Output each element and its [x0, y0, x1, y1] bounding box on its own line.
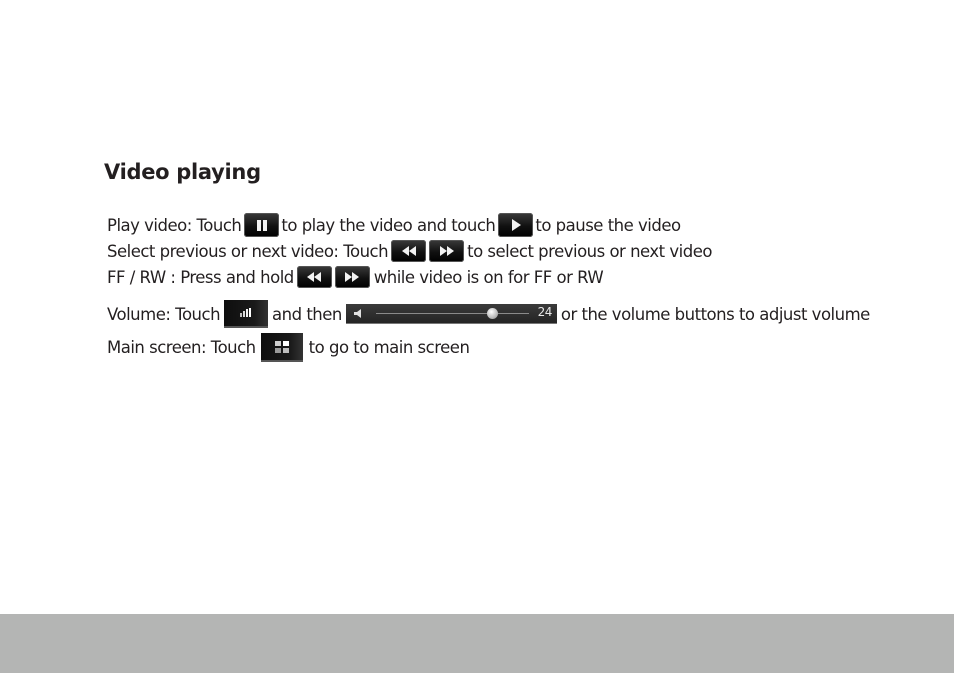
instruction-select: Select previous or next video: Touch to …	[107, 240, 712, 262]
instruction-text: or the volume buttons to adjust volume	[560, 304, 870, 324]
fast-forward-icon	[439, 246, 454, 256]
pause-icon	[256, 219, 267, 231]
instruction-text: Main screen: Touch	[107, 338, 256, 357]
rewind-button[interactable]	[296, 266, 332, 288]
instruction-text: to select previous or next video	[467, 241, 712, 261]
speaker-icon	[353, 309, 361, 318]
footer-band	[0, 614, 954, 673]
main-screen-button[interactable]	[260, 333, 303, 362]
fast-forward-button[interactable]	[334, 266, 370, 288]
pause-button[interactable]	[244, 213, 280, 237]
instruction-text: to pause the video	[535, 215, 681, 235]
previous-button[interactable]	[391, 240, 427, 262]
next-button[interactable]	[429, 240, 465, 262]
instruction-text: Volume: Touch	[107, 304, 221, 324]
volume-slider[interactable]: 24	[345, 304, 557, 324]
volume-button[interactable]	[224, 300, 269, 328]
rewind-icon	[401, 246, 416, 256]
play-button[interactable]	[498, 213, 534, 237]
instruction-text: Select previous or next video: Touch	[107, 241, 389, 261]
instruction-ffrw: FF / RW : Press and hold while video is …	[107, 266, 604, 288]
home-grid-icon	[274, 340, 289, 353]
instruction-play: Play video: Touch to play the video and …	[107, 213, 681, 237]
instruction-main-screen: Main screen: Touch to go to main screen	[107, 333, 470, 362]
instruction-text: to play the video and touch	[281, 215, 496, 235]
volume-value: 24	[537, 305, 553, 319]
fast-forward-icon	[345, 272, 360, 282]
instruction-text: FF / RW : Press and hold	[107, 267, 294, 287]
volume-track	[375, 313, 529, 314]
rewind-icon	[307, 272, 322, 282]
instruction-text: Play video: Touch	[107, 215, 242, 235]
instruction-text: while video is on for FF or RW	[373, 267, 604, 287]
instruction-text: to go to main screen	[308, 338, 470, 357]
manual-page: Video playing Play video: Touch to play …	[0, 0, 954, 673]
instruction-volume: Volume: Touch and then 24 or the volume …	[107, 300, 870, 328]
section-title: Video playing	[104, 160, 261, 184]
play-icon	[511, 219, 521, 231]
instruction-text: and then	[272, 304, 342, 324]
volume-icon	[240, 308, 252, 317]
volume-knob[interactable]	[487, 308, 499, 319]
